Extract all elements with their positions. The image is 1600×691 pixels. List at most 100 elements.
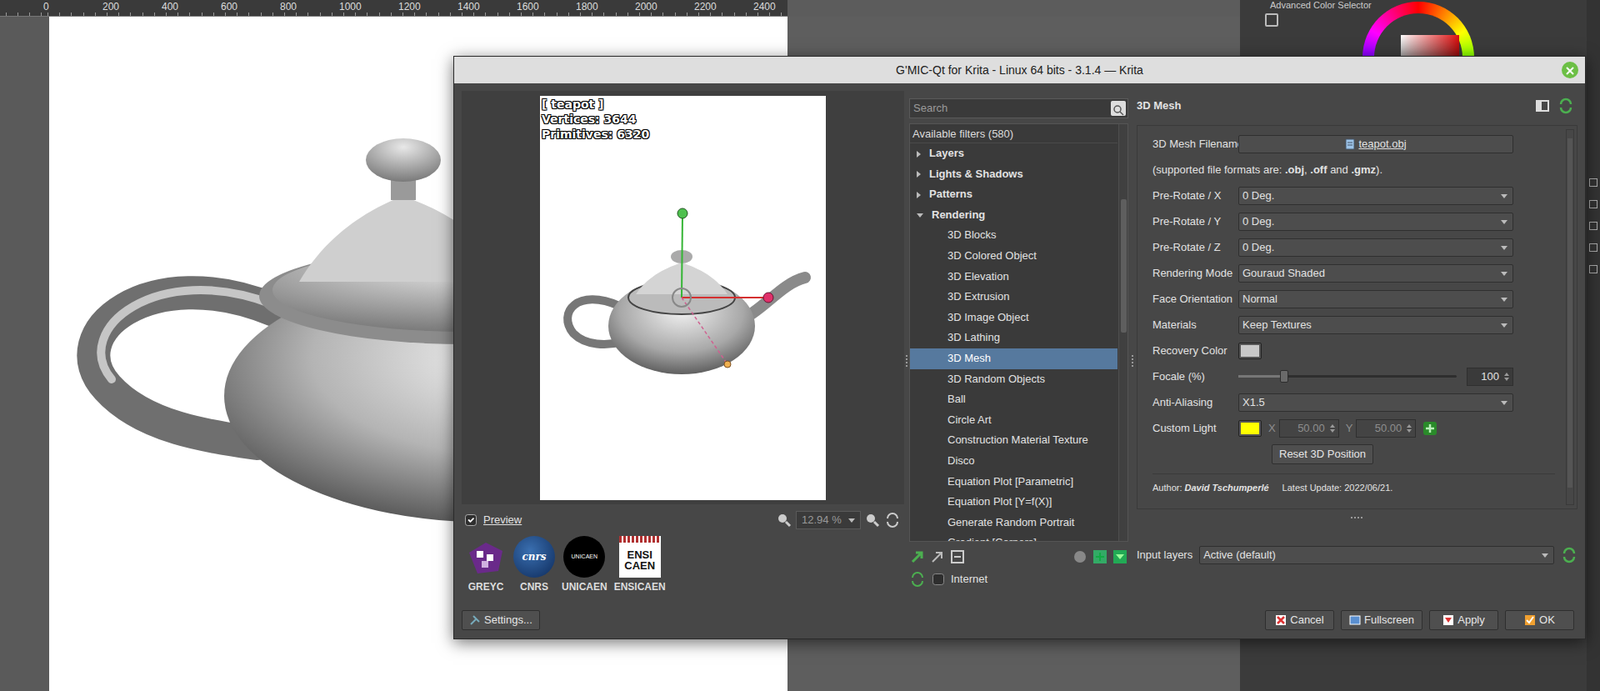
param-control: Keep Textures (1238, 315, 1514, 335)
file-button[interactable]: teapot.obj (1238, 135, 1514, 154)
reset-3d-button[interactable]: Reset 3D Position (1271, 444, 1374, 465)
fullscreen-button[interactable]: Fullscreen (1340, 610, 1423, 630)
collapse-icon[interactable] (1111, 548, 1129, 565)
filter-row[interactable]: Equation Plot [Y=f(X)] (910, 491, 1118, 513)
ok-button[interactable]: OK (1505, 610, 1575, 630)
zoom-in-icon[interactable] (864, 511, 881, 529)
add-light-icon[interactable] (1422, 420, 1438, 436)
logo-label: UNICAEN (561, 580, 608, 593)
expand-arrow-icon[interactable] (916, 170, 921, 178)
filter-row[interactable]: Disco (910, 450, 1118, 472)
filter-tree[interactable]: Available filters (580) LayersLights & S… (909, 123, 1129, 542)
param-select[interactable]: Gouraud Shaded (1238, 264, 1514, 283)
zoom-field[interactable]: 12.94 % (795, 510, 861, 530)
visibility-icon[interactable] (949, 548, 966, 565)
filter-row[interactable]: 3D Image Object (910, 307, 1118, 329)
expand-arrow-icon[interactable] (916, 191, 921, 199)
filter-row[interactable]: Ball (910, 389, 1118, 410)
zoom-out-icon[interactable] (775, 511, 793, 529)
param-select[interactable]: 0 Deg. (1238, 238, 1514, 257)
spin-up-icon[interactable] (1504, 372, 1510, 376)
filter-row[interactable]: 3D Colored Object (910, 245, 1118, 267)
param-select[interactable]: X1.5 (1238, 393, 1514, 412)
filter-row[interactable]: 3D Random Objects (910, 369, 1118, 390)
internet-toggle[interactable]: Internet (932, 570, 988, 588)
globe-icon[interactable] (1071, 548, 1089, 565)
light-y-field: 50.00 (1355, 419, 1416, 438)
settings-button[interactable]: Settings... (461, 610, 540, 630)
tree-label: Construction Material Texture (947, 433, 1089, 446)
focale-thumb[interactable] (1280, 370, 1289, 383)
tool-icon[interactable] (1589, 265, 1598, 274)
reset-params-icon[interactable] (1557, 97, 1575, 115)
param-row: 3D Mesh Filenameteapot.obj (1152, 130, 1555, 157)
search-icon[interactable] (1110, 100, 1126, 116)
expand-arrow-icon[interactable] (916, 150, 921, 158)
search-input[interactable] (910, 100, 1110, 117)
filter-browser: Available filters (580) LayersLights & S… (909, 90, 1129, 630)
expand-arrow-icon[interactable] (916, 213, 924, 218)
search-field[interactable] (909, 98, 1129, 119)
logo: cnrsCNRS (513, 535, 555, 603)
canvas-margin (0, 16, 50, 691)
add-fave-icon[interactable] (909, 548, 926, 565)
internet-checkbox[interactable] (932, 573, 945, 585)
param-label: Rendering Mode (1152, 265, 1239, 282)
input-layers-value: Active (default) (1203, 548, 1276, 561)
update-icon[interactable] (909, 570, 926, 588)
filter-row[interactable]: Equation Plot [Parametric] (910, 471, 1118, 493)
spin-down-icon[interactable] (1504, 377, 1510, 381)
internet-label: Internet (950, 570, 988, 588)
author-link[interactable]: David Tschumperlé (1185, 482, 1270, 493)
filter-row[interactable]: 3D Extrusion (910, 286, 1118, 308)
cancel-button[interactable]: Cancel (1265, 610, 1335, 630)
preview-toggle[interactable]: Preview (461, 511, 522, 529)
input-layers-select[interactable]: Active (default) (1199, 545, 1555, 565)
tool-icon[interactable] (1589, 243, 1598, 252)
color-swatch[interactable] (1238, 342, 1262, 360)
krita-desktop: 0200400600800100012001400160018002000220… (0, 0, 1600, 691)
tree-scrollbar[interactable] (1118, 124, 1128, 541)
param-select[interactable]: 0 Deg. (1238, 186, 1514, 205)
tool-icon[interactable] (1589, 221, 1598, 230)
filter-row[interactable]: 3D Elevation (910, 266, 1118, 288)
param-select[interactable]: Keep Textures (1238, 315, 1514, 335)
close-icon[interactable] (1561, 61, 1579, 79)
filter-row[interactable]: Gradient [Corners] (910, 532, 1118, 542)
docker-menu-icon[interactable] (1265, 13, 1279, 27)
ruler-label: 2200 (694, 0, 754, 16)
param-row: Focale (%)100 (1152, 363, 1555, 390)
param-control: 0 Deg. (1238, 212, 1514, 231)
filter-row[interactable]: Circle Art (910, 410, 1118, 431)
filter-row[interactable]: 3D Blocks (910, 225, 1118, 246)
color-swatch[interactable] (1238, 420, 1262, 437)
category-row[interactable]: Lights & Shadows (910, 164, 1118, 185)
remove-fave-icon[interactable] (929, 548, 946, 565)
preview-checkbox[interactable] (465, 514, 477, 526)
expand-icon[interactable] (1091, 548, 1109, 565)
refresh-icon[interactable] (1560, 546, 1578, 564)
focale-track[interactable] (1238, 375, 1457, 378)
tool-icon[interactable] (1589, 178, 1598, 187)
param-label: Recovery Color (1152, 342, 1239, 360)
layout-icon[interactable] (1534, 97, 1551, 115)
splitter[interactable] (1136, 509, 1578, 526)
filter-row[interactable]: Generate Random Portrait (910, 512, 1118, 534)
apply-button[interactable]: Apply (1429, 610, 1499, 630)
category-row[interactable]: Rendering (910, 205, 1118, 226)
focale-field[interactable]: 100 (1466, 367, 1514, 386)
preview-image[interactable]: [ teapot ]Vertices: 3644Primitives: 6320 (540, 95, 826, 500)
filter-row[interactable]: 3D Lathing (910, 327, 1118, 349)
param-select[interactable]: 0 Deg. (1238, 212, 1514, 231)
tool-icon[interactable] (1589, 200, 1598, 209)
zoom-reset-icon[interactable] (884, 511, 901, 529)
param-select[interactable]: Normal (1238, 290, 1514, 309)
filter-row[interactable]: Construction Material Texture (910, 430, 1118, 451)
spin-up-icon (1330, 424, 1335, 428)
splitter[interactable] (1128, 90, 1137, 630)
category-row[interactable]: Layers (910, 143, 1118, 165)
filter-row[interactable]: 3D Mesh (910, 348, 1118, 370)
title-bar[interactable]: G'MIC-Qt for Krita - Linux 64 bits - 3.1… (454, 56, 1585, 84)
category-row[interactable]: Patterns (910, 184, 1118, 205)
params-scrollbar[interactable] (1565, 129, 1575, 505)
